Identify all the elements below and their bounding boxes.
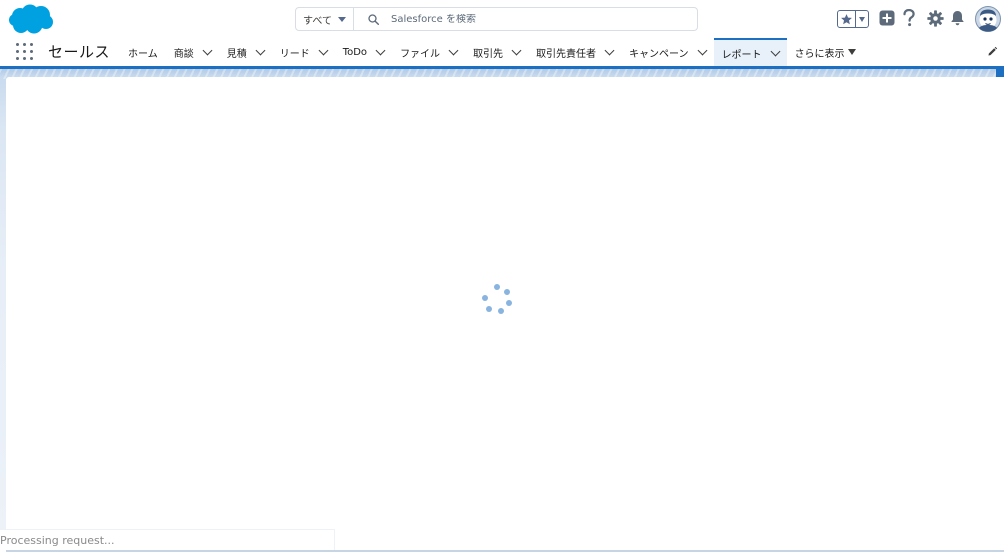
tab-opportunities[interactable]: 商談 [166, 38, 219, 66]
tab-accounts[interactable]: 取引先 [465, 38, 528, 66]
tab-contacts[interactable]: 取引先責任者 [528, 38, 621, 66]
chevron-down-icon[interactable] [770, 46, 781, 56]
chevron-down-icon[interactable] [255, 45, 266, 55]
tab-more-label: さらに表示 [794, 48, 845, 60]
app-launcher-icon[interactable] [16, 43, 33, 60]
tab-label: 取引先 [473, 48, 504, 60]
tab-home[interactable]: ホーム [120, 38, 166, 66]
tab-label: レポート [721, 49, 762, 61]
global-search: すべて [295, 7, 698, 31]
salesforce-logo-icon[interactable] [8, 4, 54, 36]
nav-tabs: ホーム 商談 見積 リード ToDo ファイル 取引先 取引先責任者 キャンペー… [120, 38, 864, 66]
favorites-group [837, 10, 869, 28]
favorites-menu-button[interactable] [856, 11, 868, 27]
tab-quotes[interactable]: 見積 [219, 38, 272, 66]
caret-down-icon [847, 49, 856, 55]
tab-label: リード [279, 48, 310, 60]
search-input[interactable] [391, 13, 691, 25]
tab-label: ファイル [400, 48, 441, 60]
chevron-down-icon[interactable] [202, 45, 213, 55]
search-scope-label: すべて [303, 15, 332, 27]
bell-icon[interactable] [950, 10, 965, 26]
chevron-down-icon[interactable] [511, 45, 522, 55]
avatar[interactable] [975, 6, 1001, 32]
status-text: Processing request... [0, 534, 115, 547]
global-header: すべて [0, 0, 1004, 38]
edit-nav-pencil-icon[interactable] [987, 46, 998, 57]
chevron-down-icon[interactable] [448, 45, 459, 55]
tab-label: ホーム [128, 48, 158, 60]
search-field[interactable] [354, 8, 697, 30]
star-icon [841, 13, 852, 24]
loading-spinner-icon [480, 284, 514, 318]
tab-leads[interactable]: リード [272, 38, 335, 66]
tab-files[interactable]: ファイル [392, 38, 465, 66]
tab-label: 商談 [173, 48, 194, 60]
tab-todo[interactable]: ToDo [335, 38, 392, 66]
tab-label: ToDo [342, 46, 368, 58]
favorites-button[interactable] [838, 11, 856, 27]
app-name: セールス [48, 43, 111, 61]
help-icon[interactable] [902, 9, 916, 27]
chevron-down-icon[interactable] [375, 45, 386, 55]
add-icon[interactable] [879, 10, 895, 26]
caret-down-icon [859, 16, 865, 22]
tab-campaigns[interactable]: キャンペーン [621, 38, 714, 66]
tab-reports[interactable]: レポート [713, 38, 787, 66]
caret-down-icon [337, 16, 346, 22]
tab-label: キャンペーン [629, 48, 689, 60]
tab-label: 取引先責任者 [536, 48, 597, 60]
search-icon [368, 13, 379, 25]
status-bar: Processing request... [0, 529, 335, 552]
search-scope-dropdown[interactable]: すべて [296, 8, 354, 30]
chevron-down-icon[interactable] [318, 45, 329, 55]
gear-icon[interactable] [927, 10, 944, 27]
tab-more[interactable]: さらに表示 [787, 38, 864, 66]
chevron-down-icon[interactable] [604, 45, 615, 55]
tab-label: 見積 [226, 48, 247, 60]
chevron-down-icon[interactable] [697, 45, 708, 55]
background-edge [996, 69, 1004, 77]
app-navigation-bar: セールス ホーム 商談 見積 リード ToDo ファイル 取引先 取引先責任者 … [0, 38, 1004, 69]
